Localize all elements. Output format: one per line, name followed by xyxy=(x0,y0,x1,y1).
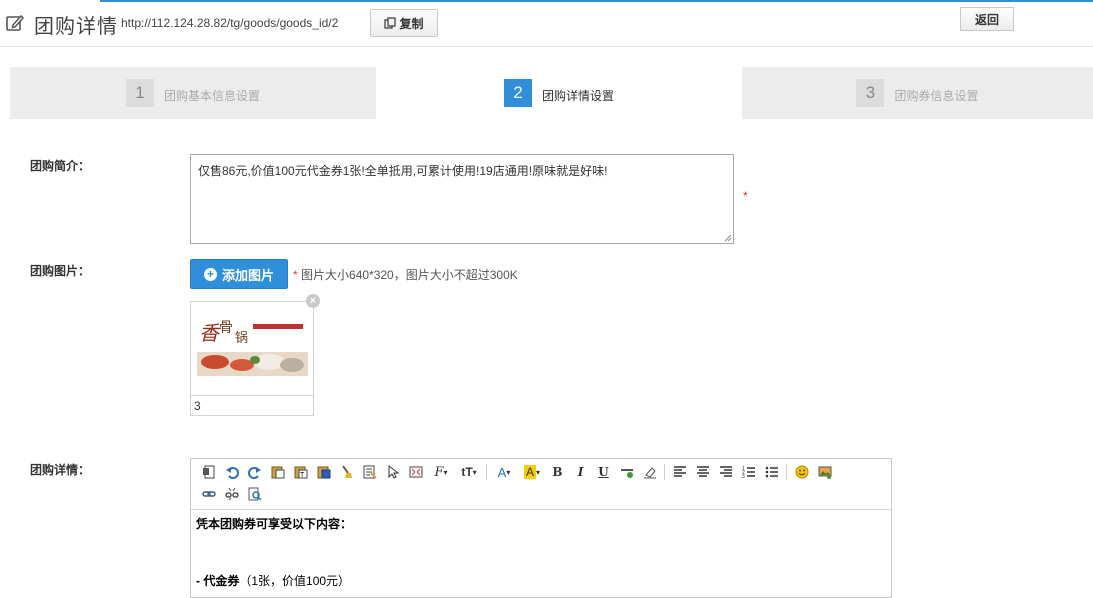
image-label: 团购图片： xyxy=(30,264,91,278)
add-image-button[interactable]: + 添加图片 xyxy=(190,259,288,289)
toolbar-divider xyxy=(664,464,665,480)
font-color-icon[interactable]: A ▾ xyxy=(490,462,518,482)
editor-line-2: - 代金券（1张，价值100元） xyxy=(196,574,351,588)
font-size-icon[interactable]: tT ▾ xyxy=(455,462,483,482)
undo-icon[interactable] xyxy=(220,462,243,482)
image-icon[interactable] xyxy=(813,462,836,482)
edit-icon xyxy=(6,14,25,31)
food-photo: 香 骨 锅 xyxy=(197,310,308,394)
step-label: 团购券信息设置 xyxy=(894,88,979,103)
intro-label: 团购简介： xyxy=(30,159,91,173)
intro-textarea[interactable]: 仅售86元,价值100元代金券1张!全单抵用,可累计使用!19店通用!原味就是好… xyxy=(190,154,734,244)
svg-text:骨: 骨 xyxy=(219,320,233,336)
back-button[interactable]: 返回 xyxy=(960,7,1014,31)
editor-content[interactable]: 凭本团购券可享受以下内容： - 代金券（1张，价值100元） xyxy=(196,515,352,589)
ordered-list-icon[interactable]: 123 xyxy=(737,462,760,482)
remove-image-icon[interactable]: × xyxy=(306,294,320,308)
clear-format-icon[interactable] xyxy=(335,462,358,482)
paste-word-icon[interactable] xyxy=(312,462,335,482)
bold-icon[interactable]: B xyxy=(546,462,569,482)
svg-text:锅: 锅 xyxy=(235,330,248,346)
thumbnail-caption: 3 xyxy=(191,395,313,415)
emoticon-icon[interactable] xyxy=(790,462,813,482)
font-family-icon[interactable]: F ▾ xyxy=(427,462,455,482)
unordered-list-icon[interactable] xyxy=(760,462,783,482)
svg-text:香: 香 xyxy=(199,321,221,345)
remove-format-icon[interactable] xyxy=(638,462,661,482)
image-thumbnail[interactable]: 香 骨 锅 3 xyxy=(190,301,314,416)
toolbar-divider xyxy=(786,464,787,480)
plus-circle-icon: + xyxy=(203,267,217,281)
intro-text: 仅售86元,价值100元代金券1张!全单抵用,可累计使用!19店通用!原味就是好… xyxy=(198,164,608,178)
rich-text-editor: T F ▾ tT ▾ A ▾ A ▾ B I U 1 2 3 凭本团购券可享受以… xyxy=(190,458,892,598)
required-mark: * xyxy=(743,189,748,203)
copy-button-label: 复制 xyxy=(399,16,424,31)
toolbar-row-1: T F ▾ tT ▾ A ▾ A ▾ B I U 1 2 3 xyxy=(197,462,836,482)
fullscreen-icon[interactable] xyxy=(404,462,427,482)
detail-label: 团购详情： xyxy=(30,463,91,477)
align-center-icon[interactable] xyxy=(691,462,714,482)
align-left-icon[interactable] xyxy=(668,462,691,482)
step-number: 1 xyxy=(125,79,154,107)
toolbar-divider xyxy=(486,464,487,480)
unlink-icon[interactable] xyxy=(220,484,243,504)
redo-icon[interactable] xyxy=(243,462,266,482)
editor-toolbar: T F ▾ tT ▾ A ▾ A ▾ B I U 1 2 3 xyxy=(191,459,891,510)
italic-icon[interactable]: I xyxy=(569,462,592,482)
step-3[interactable]: 3 团购券信息设置 xyxy=(742,67,1093,119)
underline-icon[interactable]: U xyxy=(592,462,615,482)
highlight-icon[interactable]: A ▾ xyxy=(518,462,546,482)
align-right-icon[interactable] xyxy=(714,462,737,482)
step-label: 团购基本信息设置 xyxy=(163,88,260,103)
paste-icon[interactable] xyxy=(266,462,289,482)
step-2[interactable]: 2 团购详情设置 xyxy=(376,67,742,119)
editor-line-1: 凭本团购券可享受以下内容： xyxy=(196,517,353,531)
paste-text-icon[interactable]: T xyxy=(289,462,312,482)
step-indicator: 1 团购基本信息设置 2 团购详情设置 3 团购券信息设置 xyxy=(10,67,1093,119)
step-1[interactable]: 1 团购基本信息设置 xyxy=(10,67,376,119)
resize-grip-icon[interactable] xyxy=(724,234,732,242)
page-title: 团购详情 xyxy=(34,16,118,38)
step-label: 团购详情设置 xyxy=(541,88,614,103)
add-image-label: 添加图片 xyxy=(221,267,274,283)
svg-text:3: 3 xyxy=(742,474,745,479)
copy-button[interactable]: 复制 xyxy=(370,9,438,37)
select-icon[interactable] xyxy=(381,462,404,482)
link-icon[interactable] xyxy=(197,484,220,504)
select-all-icon[interactable] xyxy=(358,462,381,482)
svg-text:T: T xyxy=(300,472,305,479)
page-url: http://112.124.28.82/tg/goods/goods_id/2 xyxy=(121,16,339,30)
hr-icon[interactable] xyxy=(615,462,638,482)
step-number: 2 xyxy=(503,79,532,107)
image-hint: * 图片大小640*320，图片大小不超过300K xyxy=(293,268,518,282)
copy-icon xyxy=(384,16,397,29)
toolbar-row-2 xyxy=(197,484,266,504)
source-icon[interactable] xyxy=(197,462,220,482)
page-header: 团购详情 http://112.124.28.82/tg/goods/goods… xyxy=(0,0,1093,47)
step-number: 3 xyxy=(856,79,885,107)
preview-icon[interactable] xyxy=(243,484,266,504)
